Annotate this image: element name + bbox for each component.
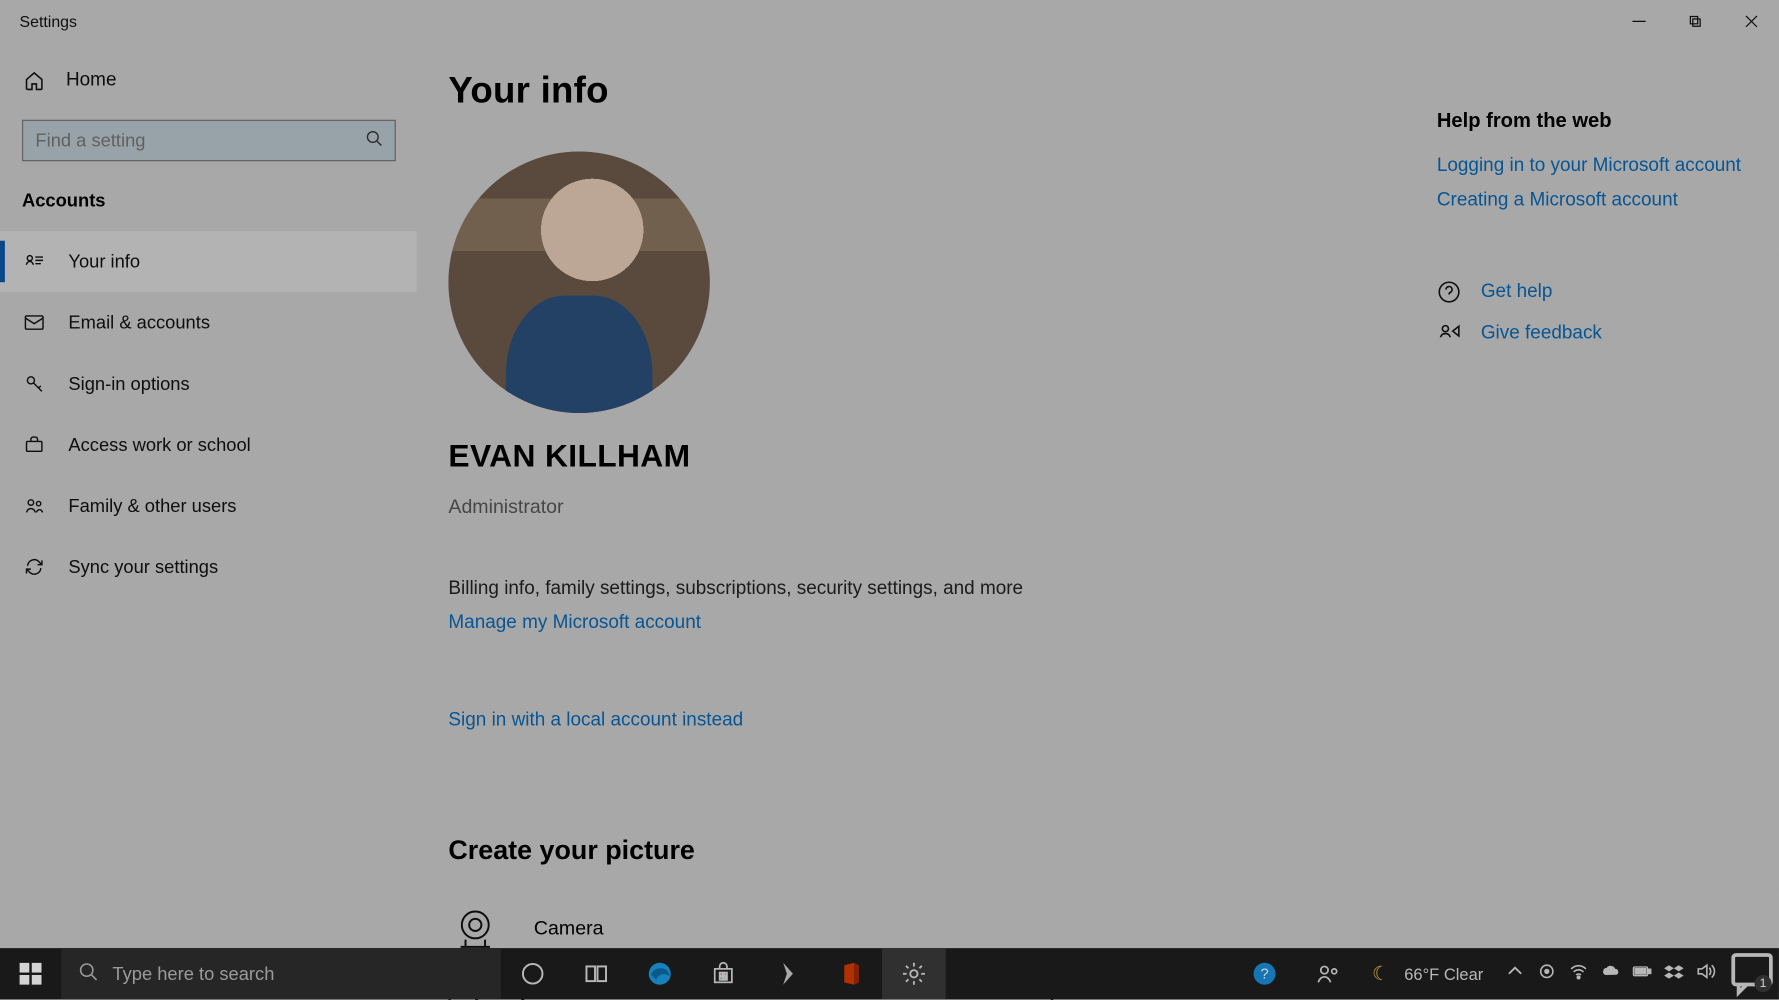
home-icon	[22, 68, 46, 92]
meet-now-icon[interactable]	[1296, 948, 1360, 999]
window-title: Settings	[20, 12, 77, 30]
dropbox-icon[interactable]	[1664, 961, 1684, 987]
help-link-create-msa[interactable]: Creating a Microsoft account	[1437, 189, 1755, 211]
search-icon	[365, 129, 382, 152]
location-icon[interactable]	[1537, 961, 1557, 987]
sidebar-item-label: Sync your settings	[68, 557, 218, 578]
window-close-button[interactable]	[1723, 0, 1779, 42]
cortana-button[interactable]	[501, 948, 565, 999]
sidebar-item-signin-options[interactable]: Sign-in options	[0, 353, 417, 414]
help-icon	[1437, 280, 1461, 304]
person-card-icon	[22, 249, 46, 273]
volume-icon[interactable]	[1696, 961, 1716, 987]
sidebar-item-label: Email & accounts	[68, 312, 210, 333]
task-view-button[interactable]	[564, 948, 628, 999]
help-panel: Help from the web Logging in to your Mic…	[1437, 42, 1779, 949]
office-app-icon[interactable]	[819, 948, 883, 999]
feedback-icon	[1437, 321, 1461, 345]
home-nav[interactable]: Home	[0, 54, 417, 108]
system-tray[interactable]	[1495, 961, 1725, 987]
user-name: EVAN KILLHAM	[448, 437, 1436, 475]
action-center-button[interactable]: 1	[1725, 948, 1779, 999]
give-feedback-link[interactable]: Give feedback	[1437, 321, 1755, 345]
help-link-login-msa[interactable]: Logging in to your Microsoft account	[1437, 155, 1755, 177]
create-picture-heading: Create your picture	[448, 834, 1436, 866]
manage-microsoft-account-link[interactable]: Manage my Microsoft account	[448, 612, 1436, 634]
briefcase-icon	[22, 433, 46, 457]
sidebar-item-family-users[interactable]: Family & other users	[0, 475, 417, 536]
sidebar-item-sync-settings[interactable]: Sync your settings	[0, 536, 417, 597]
sidebar-item-label: Family & other users	[68, 495, 236, 516]
sidebar-item-email-accounts[interactable]: Email & accounts	[0, 292, 417, 353]
svg-text:?: ?	[1260, 967, 1268, 983]
onedrive-icon[interactable]	[1601, 961, 1621, 987]
settings-search[interactable]	[22, 120, 396, 162]
section-heading-accounts: Accounts	[0, 178, 417, 231]
get-help-label: Get help	[1481, 281, 1553, 303]
settings-app-icon[interactable]	[882, 948, 946, 999]
taskbar: Type here to search	[0, 948, 1779, 999]
edge-app-icon[interactable]	[628, 948, 692, 999]
profile-avatar	[448, 152, 709, 413]
window-minimize-button[interactable]	[1610, 0, 1666, 42]
page-title: Your info	[448, 71, 1436, 113]
home-label: Home	[66, 70, 117, 92]
sign-in-local-account-link[interactable]: Sign in with a local account instead	[448, 710, 1436, 732]
people-icon	[22, 494, 46, 518]
sidebar-item-label: Sign-in options	[68, 373, 189, 394]
notification-badge: 1	[1755, 975, 1772, 992]
settings-search-input[interactable]	[35, 130, 365, 151]
search-icon	[78, 962, 98, 986]
help-app-icon[interactable]: ?	[1233, 948, 1297, 999]
get-help-link[interactable]: Get help	[1437, 280, 1755, 304]
key-icon	[22, 371, 46, 395]
camera-label: Camera	[534, 919, 604, 941]
battery-icon[interactable]	[1632, 961, 1652, 987]
billing-info-text: Billing info, family settings, subscript…	[448, 578, 1436, 600]
store-app-icon[interactable]	[692, 948, 756, 999]
window-maximize-button[interactable]	[1667, 0, 1723, 42]
sync-icon	[22, 555, 46, 579]
mail-icon	[22, 310, 46, 334]
sidebar-item-access-work[interactable]: Access work or school	[0, 414, 417, 475]
weather-widget[interactable]: ☾ 66°F Clear	[1360, 962, 1496, 986]
sidebar-item-label: Your info	[68, 251, 140, 272]
taskbar-search-placeholder: Type here to search	[112, 963, 274, 984]
main-content: Your info EVAN KILLHAM Administrator Bil…	[417, 42, 1437, 949]
weather-text: 66°F Clear	[1404, 965, 1483, 983]
app-icon-generic[interactable]	[755, 948, 819, 999]
help-heading: Help from the web	[1437, 110, 1755, 133]
moon-icon: ☾	[1372, 962, 1390, 986]
chevron-up-icon[interactable]	[1505, 961, 1525, 987]
sidebar: Home Accounts Your info	[0, 42, 417, 949]
taskbar-search[interactable]: Type here to search	[61, 948, 501, 999]
give-feedback-label: Give feedback	[1481, 323, 1602, 345]
user-role: Administrator	[448, 497, 1436, 519]
sidebar-item-your-info[interactable]: Your info	[0, 231, 417, 292]
wifi-icon[interactable]	[1569, 961, 1589, 987]
titlebar: Settings	[0, 0, 1779, 42]
start-button[interactable]	[0, 948, 61, 999]
sidebar-item-label: Access work or school	[68, 434, 250, 455]
